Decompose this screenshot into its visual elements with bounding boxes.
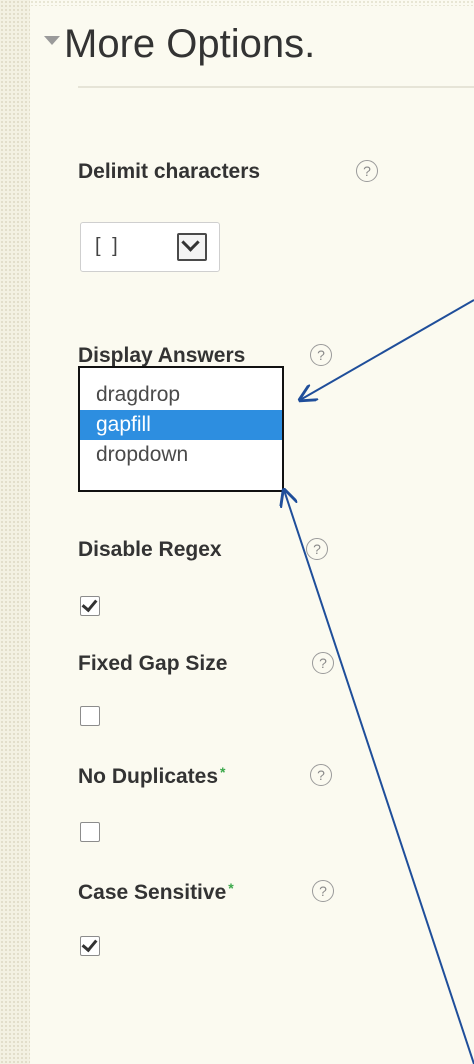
annotation-arrow-top <box>300 299 474 400</box>
annotation-arrows <box>0 299 474 1064</box>
annotation-arrow-bottom <box>284 490 474 1064</box>
